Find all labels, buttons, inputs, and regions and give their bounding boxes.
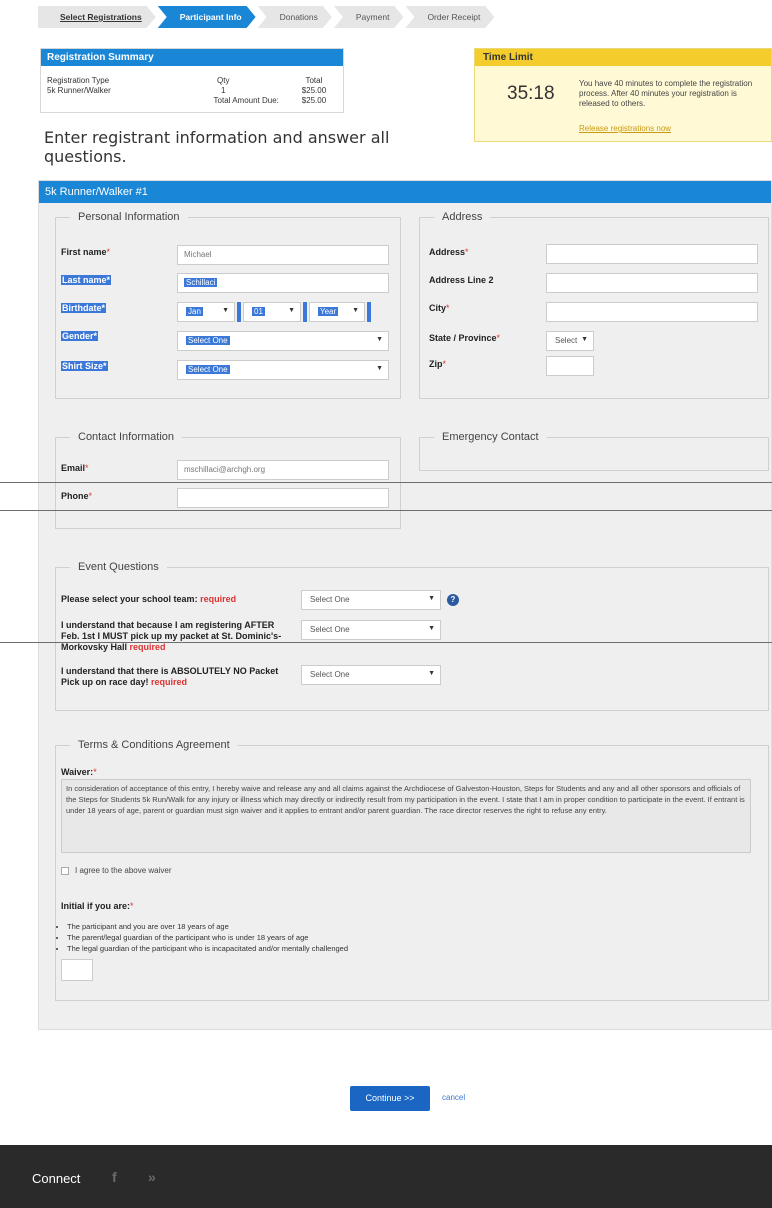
emergency-contact-section: Emergency Contact	[419, 431, 769, 471]
chevron-down-icon: ▼	[288, 307, 295, 314]
summary-row-qty: 1	[221, 86, 226, 95]
instructions-heading: Enter registrant information and answer …	[44, 128, 390, 166]
birth-month-select[interactable]: Jan ▼	[177, 302, 235, 322]
school-team-question: Please select your school team: required	[61, 594, 237, 604]
registration-summary: Registration Summary Registration Type Q…	[40, 48, 344, 113]
shirt-size-label: Shirt Size*	[61, 361, 108, 371]
initial-conditions-list: The participant and you are over 18 year…	[59, 921, 348, 954]
phone-field[interactable]	[177, 488, 389, 508]
panel-title: 5k Runner/Walker #1	[39, 181, 771, 203]
twitter-icon[interactable]: »	[148, 1169, 156, 1185]
summary-col-total: Total	[305, 76, 323, 85]
step-order-receipt: Order Receipt	[405, 6, 494, 28]
summary-title: Registration Summary	[41, 49, 343, 66]
initial-label: Initial if you are:*	[61, 901, 134, 911]
cancel-link[interactable]: cancel	[442, 1093, 465, 1102]
contact-information-section: Contact Information	[55, 431, 401, 529]
birthdate-label: Birthdate*	[61, 303, 107, 313]
chevron-down-icon: ▼	[428, 595, 435, 602]
gender-label: Gender*	[61, 331, 99, 341]
gender-select[interactable]: Select One ▼	[177, 331, 389, 351]
birth-year-select[interactable]: Year ▼	[309, 302, 365, 322]
email-label: Email*	[61, 463, 89, 473]
address-legend: Address	[442, 211, 483, 223]
race-day-pickup-select[interactable]: Select One ▼	[301, 665, 441, 685]
shirt-size-select[interactable]: Select One ▼	[177, 360, 389, 380]
packet-pickup-question: I understand that because I am registeri…	[61, 620, 282, 652]
event-questions-legend: Event Questions	[78, 561, 159, 573]
waiver-label: Waiver:*	[61, 767, 97, 777]
connect-label: Connect	[32, 1171, 81, 1186]
school-team-select[interactable]: Select One ▼	[301, 590, 441, 610]
list-item: The participant and you are over 18 year…	[67, 921, 348, 932]
facebook-icon[interactable]: f	[112, 1169, 117, 1185]
chevron-down-icon: ▼	[376, 365, 383, 372]
address-line2-label: Address Line 2	[429, 275, 494, 285]
registrant-panel: 5k Runner/Walker #1 Personal Information…	[38, 180, 772, 1030]
emergency-contact-legend: Emergency Contact	[442, 431, 539, 443]
address-field[interactable]	[546, 244, 758, 264]
step-donations: Donations	[258, 6, 332, 28]
zip-field[interactable]	[546, 356, 594, 376]
time-limit-message: You have 40 minutes to complete the regi…	[579, 79, 753, 108]
countdown-timer: 35:18	[507, 83, 555, 104]
list-item: The legal guardian of the participant wh…	[67, 943, 348, 954]
chevron-down-icon: ▼	[222, 307, 229, 314]
selection-highlight	[237, 302, 241, 322]
zip-label: Zip*	[429, 359, 447, 369]
summary-row-type: 5k Runner/Walker	[47, 86, 111, 95]
email-field[interactable]: mschillaci@archgh.org	[177, 460, 389, 480]
last-name-field[interactable]: Schillaci	[177, 273, 389, 293]
continue-button[interactable]: Continue >>	[350, 1086, 430, 1111]
release-registrations-link[interactable]: Release registrations now	[579, 124, 671, 133]
summary-due-value: $25.00	[301, 96, 327, 105]
summary-table: Registration Type Qty Total 5k Runner/Wa…	[41, 76, 343, 106]
first-name-field[interactable]: Michael	[177, 245, 389, 265]
divider-line	[0, 482, 772, 483]
birth-day-select[interactable]: 01 ▼	[243, 302, 301, 322]
address-line2-field[interactable]	[546, 273, 758, 293]
selection-highlight	[367, 302, 371, 322]
waiver-textarea[interactable]: In consideration of acceptance of this e…	[61, 779, 751, 853]
time-limit-title: Time Limit	[475, 49, 771, 66]
step-payment: Payment	[334, 6, 404, 28]
terms-legend: Terms & Conditions Agreement	[78, 739, 230, 751]
last-name-label: Last name*	[61, 275, 112, 285]
time-limit-box: Time Limit 35:18 You have 40 minutes to …	[474, 48, 772, 142]
step-select-registrations[interactable]: Select Registrations	[38, 6, 156, 28]
address-label: Address*	[429, 247, 469, 257]
divider-line	[0, 510, 772, 511]
footer: Connect f »	[0, 1145, 772, 1208]
first-name-label: First name*	[61, 247, 111, 257]
summary-row-total: $25.00	[301, 86, 327, 95]
chevron-down-icon: ▼	[376, 336, 383, 343]
race-day-pickup-question: I understand that there is ABSOLUTELY NO…	[61, 666, 279, 687]
contact-information-legend: Contact Information	[78, 431, 174, 443]
summary-due-label: Total Amount Due:	[213, 96, 279, 105]
agree-waiver-checkbox[interactable]	[61, 867, 69, 875]
step-participant-info[interactable]: Participant Info	[158, 6, 256, 28]
chevron-down-icon: ▼	[428, 670, 435, 677]
divider-line	[0, 642, 772, 643]
city-field[interactable]	[546, 302, 758, 322]
selection-highlight	[303, 302, 307, 322]
progress-steps: Select Registrations Participant Info Do…	[38, 6, 496, 28]
summary-col-type: Registration Type	[47, 76, 110, 85]
phone-label: Phone*	[61, 491, 93, 501]
city-label: City*	[429, 303, 450, 313]
help-icon[interactable]: ?	[447, 594, 459, 606]
packet-pickup-select[interactable]: Select One ▼	[301, 620, 441, 640]
summary-col-qty: Qty	[217, 76, 230, 85]
initials-field[interactable]	[61, 959, 93, 981]
list-item: The parent/legal guardian of the partici…	[67, 932, 348, 943]
chevron-down-icon: ▼	[428, 625, 435, 632]
personal-information-legend: Personal Information	[78, 211, 180, 223]
state-label: State / Province*	[429, 333, 501, 343]
agree-waiver-label: I agree to the above waiver	[75, 866, 172, 875]
chevron-down-icon: ▼	[581, 336, 588, 343]
state-select[interactable]: Select ▼	[546, 331, 594, 351]
chevron-down-icon: ▼	[352, 307, 359, 314]
